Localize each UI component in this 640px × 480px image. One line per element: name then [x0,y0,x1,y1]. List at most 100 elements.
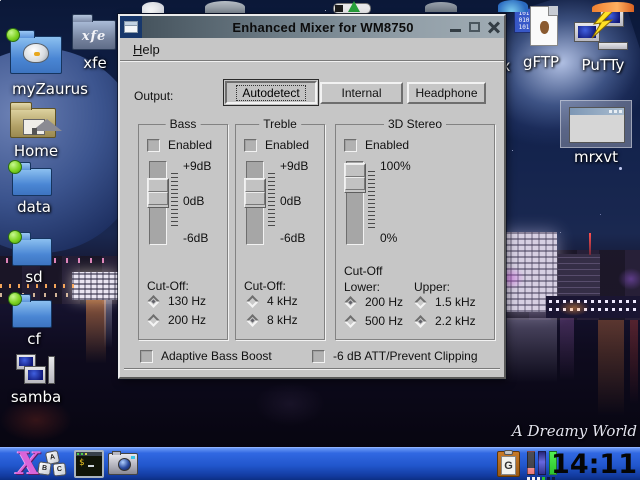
menu-help[interactable]: Help [127,40,166,59]
close-icon[interactable] [488,21,500,33]
stereo3d-enabled-row: Enabled [344,138,409,152]
att-prevent-clipping-checkbox[interactable] [312,350,325,363]
desktop-icon-label: data [6,198,62,216]
radio-diamond[interactable] [344,296,357,309]
desktop-icon-label: sd [6,268,62,286]
taskbar-clock: 14:11 [551,449,637,480]
treble-slider-handle[interactable] [244,178,266,208]
clipboard-clip [504,450,513,455]
stereo3d-group-title: 3D Stereo [384,117,446,131]
desktop-icon-mrxvt[interactable]: mrxvt [560,100,632,170]
treble-scale-top: +9dB [280,159,308,173]
keyboard-applet-icon[interactable]: A B C [38,451,72,479]
wallpaper-light-glow [558,300,590,316]
desktop-icon-gftp[interactable]: 101 010 101 gFTP [514,6,568,76]
system-monitor-bar-memory[interactable] [538,451,546,475]
bass-cutoff-option1[interactable]: 130 Hz [147,294,206,308]
radio-diamond[interactable] [246,314,259,327]
mount-dot-icon [8,292,22,306]
stereo3d-slider-handle[interactable] [344,163,366,193]
radio-diamond[interactable] [246,295,259,308]
partial-desktop-icon[interactable] [592,2,634,12]
partial-desktop-icon[interactable] [333,3,371,14]
stereo3d-upper-option1[interactable]: 1.5 kHz [414,295,476,309]
desktop-icon-sd[interactable]: sd [10,230,62,288]
terminal-cursor [88,465,94,467]
partial-desktop-icon[interactable] [142,2,164,13]
wallpaper-stars [0,0,1,1]
minimize-icon[interactable] [450,29,461,32]
bass-scale-bottom: -6dB [183,231,208,245]
partial-desktop-icon[interactable] [425,2,457,12]
adaptive-bass-boost-checkbox[interactable] [140,350,153,363]
treble-cutoff-option1[interactable]: 4 kHz [246,294,298,308]
water-reflection [598,320,624,424]
partial-icon-detail [335,5,343,12]
stereo3d-enabled-checkbox[interactable] [344,139,357,152]
partial-desktop-icon[interactable] [205,1,245,13]
adaptive-bass-boost-row[interactable]: Adaptive Bass Boost [140,349,272,363]
house-door [32,128,37,135]
att-prevent-clipping-row[interactable]: -6 dB ATT/Prevent Clipping [312,349,478,363]
adaptive-bass-boost-label: Adaptive Bass Boost [161,349,272,363]
thumbnail-window [569,107,625,143]
stereo3d-upper-option2[interactable]: 2.2 kHz [414,314,476,328]
maximize-icon[interactable] [469,22,480,32]
camera-viewfinder [131,456,135,459]
treble-option1-label: 4 kHz [267,294,298,308]
radio-diamond[interactable] [414,296,427,309]
titlebar-drag-area[interactable]: Enhanced Mixer for WM8750 [142,16,504,38]
window-icon [124,21,138,33]
monitor-icon [24,366,46,384]
screenshot-camera-icon[interactable] [108,453,138,475]
bass-option1-label: 130 Hz [168,294,206,308]
treble-slider-ticks [268,173,275,226]
bass-cutoff-option2[interactable]: 200 Hz [147,313,206,327]
headphone-button[interactable]: Headphone [407,82,486,104]
bass-enabled-checkbox[interactable] [147,139,160,152]
water-reflection [255,382,325,426]
treble-cutoff-label: Cut-Off: [244,279,286,293]
radio-diamond[interactable] [147,314,160,327]
mount-dot-icon [8,160,22,174]
desktop-icon-cf[interactable]: cf [10,292,62,350]
wallpaper-light-glow [618,268,640,290]
output-label: Output: [134,89,173,103]
partial-icon-arrow [348,1,360,12]
bass-slider-ticks [171,173,178,226]
bass-scale-top: +9dB [183,159,211,173]
internal-button[interactable]: Internal [320,82,403,104]
autodetect-button[interactable]: Autodetect [225,81,317,104]
desktop-icon-myzaurus[interactable]: myZaurus [6,26,98,102]
titlebar[interactable]: Enhanced Mixer for WM8750 [120,16,504,38]
folder-icon [10,108,56,138]
terminal-prompt: $ [79,458,84,468]
water-reflection [630,320,638,404]
partial-desktop-icon[interactable] [498,0,528,12]
treble-enabled-checkbox[interactable] [244,139,257,152]
radio-diamond[interactable] [414,315,427,328]
stereo3d-cutoff-label: Cut-Off [344,264,382,278]
radio-diamond[interactable] [344,315,357,328]
att-prevent-clipping-label: -6 dB ATT/Prevent Clipping [333,349,478,363]
desktop-icon-samba[interactable]: samba [4,354,70,410]
desktop-icon-putty[interactable]: PuTTy [572,8,632,80]
window-thumbnail [560,100,632,148]
autodetect-button-label: Autodetect [237,86,304,100]
desktop-icon-label: Home [4,142,68,160]
radio-diamond[interactable] [147,295,160,308]
clipboard-applet-icon[interactable]: G [497,451,520,477]
treble-cutoff-option2[interactable]: 8 kHz [246,313,298,327]
terminal-icon[interactable]: $ [74,450,104,478]
bass-option2-label: 200 Hz [168,313,206,327]
stereo3d-lower-option1[interactable]: 200 Hz [344,295,403,309]
bass-slider-handle[interactable] [147,178,169,208]
desktop-icon-data[interactable]: data [10,160,62,218]
window-menu-button[interactable] [120,16,142,38]
treble-enabled-row: Enabled [244,138,309,152]
system-monitor-bar-cpu[interactable] [527,451,535,475]
window-title: Enhanced Mixer for WM8750 [232,20,413,35]
desktop-icon-home[interactable]: Home [8,100,68,162]
footprint-icon [540,21,549,34]
stereo3d-lower-option2[interactable]: 500 Hz [344,314,403,328]
